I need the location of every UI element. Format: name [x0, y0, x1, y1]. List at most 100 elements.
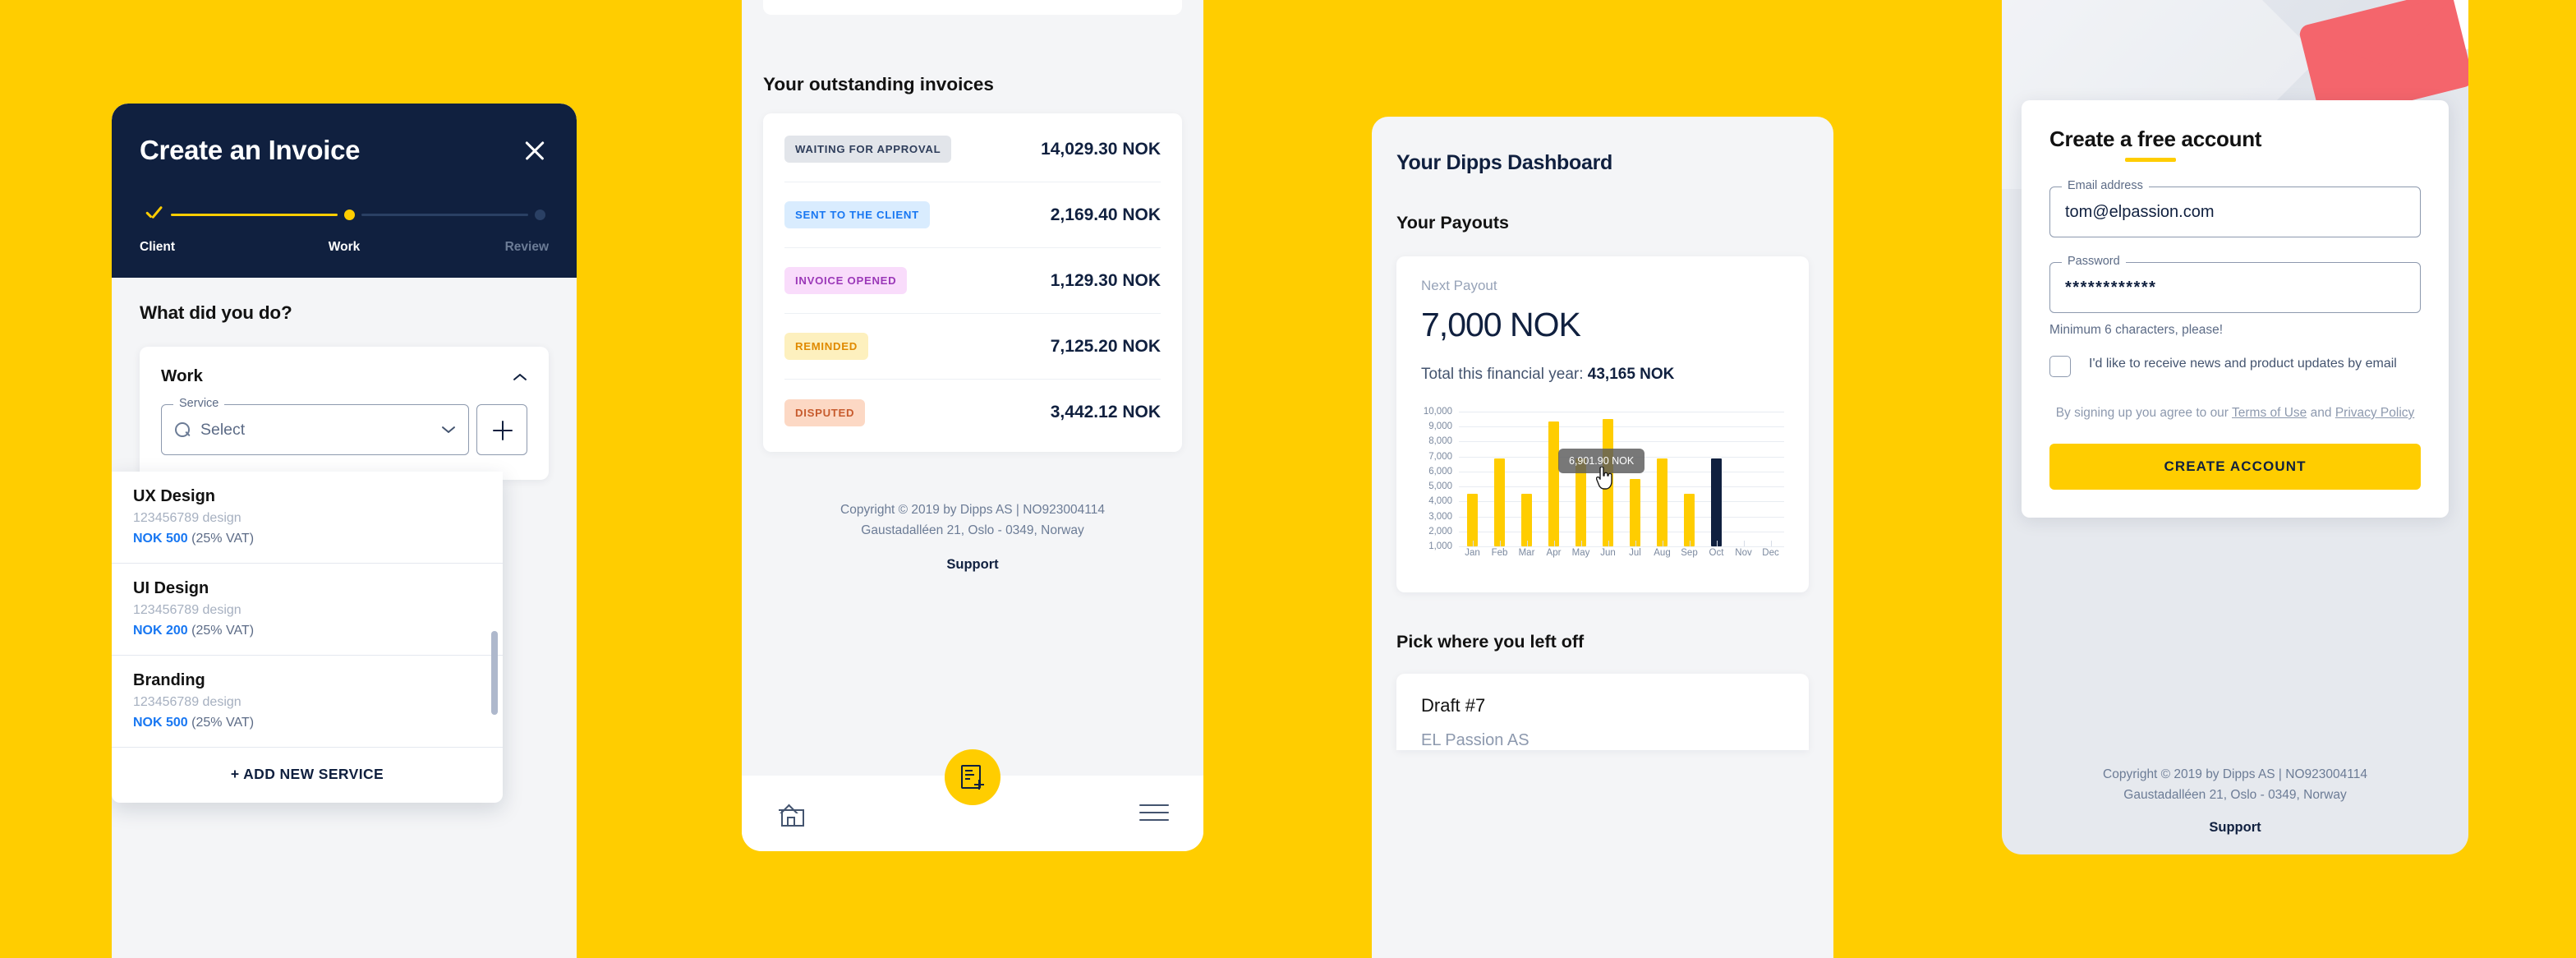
chart-axis-tick	[1486, 541, 1513, 546]
email-field[interactable]: Email address tom@elpassion.com	[2049, 179, 2421, 237]
chart-bar[interactable]	[1494, 458, 1505, 546]
chart-bar-slot[interactable]	[1486, 412, 1513, 546]
list-item[interactable]: Branding 123456789 design NOK 500 (25% V…	[112, 656, 503, 748]
chart-bar[interactable]	[1548, 421, 1559, 546]
status-badge: WAITING FOR APPROVAL	[784, 136, 952, 163]
service-name: UI Design	[133, 579, 209, 597]
list-item[interactable]: UX Design 123456789 design NOK 500 (25% …	[112, 472, 503, 564]
chart-x-tick-label: Jun	[1600, 548, 1616, 558]
create-invoice-panel: Create an Invoice Client Work Review Wha…	[112, 104, 577, 958]
newsletter-checkbox[interactable]	[2049, 356, 2071, 377]
footer: Copyright © 2019 by Dipps AS | NO9230041…	[2002, 764, 2468, 836]
outstanding-invoices-panel: Projected Payout 11,129.30 NOK Your outs…	[742, 0, 1203, 851]
chart-x-tick-label: Apr	[1546, 548, 1562, 558]
projected-payout-card: Projected Payout 11,129.30 NOK	[763, 0, 1182, 15]
chart-bar-slot[interactable]	[1703, 412, 1730, 546]
add-service-button[interactable]	[476, 404, 527, 455]
chart-bar-slot[interactable]	[1540, 412, 1567, 546]
service-select[interactable]: Service Select	[161, 397, 469, 455]
chart-bar-slot[interactable]	[1676, 412, 1703, 546]
chart-bar-slot[interactable]	[1567, 412, 1594, 546]
footer-address: Gaustadalléen 21, Oslo - 0349, Norway	[861, 523, 1084, 538]
service-price: NOK 500 (25% VAT)	[133, 716, 481, 730]
step-line-upcoming	[361, 213, 528, 216]
chart-bar-slot[interactable]	[1757, 412, 1784, 546]
service-description: 123456789 design	[133, 695, 242, 709]
home-icon[interactable]	[776, 800, 806, 827]
table-row[interactable]: INVOICE OPENED 1,129.30 NOK	[784, 248, 1161, 314]
service-price: NOK 500 (25% VAT)	[133, 532, 481, 546]
chevron-up-icon[interactable]	[513, 369, 527, 384]
support-link[interactable]: Support	[2002, 820, 2468, 836]
create-invoice-button[interactable]	[945, 749, 1000, 805]
chart-y-tick-label: 2,000	[1428, 526, 1452, 537]
hamburger-menu-icon[interactable]	[1139, 804, 1169, 822]
chart-x-tick-label: Mar	[1518, 548, 1535, 558]
chart-bar[interactable]	[1467, 494, 1478, 546]
chart-y-tick-label: 7,000	[1428, 451, 1452, 462]
table-row[interactable]: WAITING FOR APPROVAL 14,029.30 NOK	[784, 117, 1161, 182]
create-account-button[interactable]: CREATE ACCOUNT	[2049, 444, 2421, 491]
chart-bar-slot[interactable]	[1622, 412, 1649, 546]
table-row[interactable]: SENT TO THE CLIENT 2,169.40 NOK	[784, 182, 1161, 248]
password-hint: Minimum 6 characters, please!	[2049, 323, 2224, 337]
add-new-service-button[interactable]: + ADD NEW SERVICE	[112, 748, 503, 803]
chart-x-tick-label: Sep	[1681, 548, 1698, 558]
newsletter-checkbox-row[interactable]: I'd like to receive news and product upd…	[2049, 354, 2421, 377]
chart-axis-tick	[1622, 541, 1649, 546]
close-icon[interactable]	[521, 136, 549, 164]
status-badge: REMINDED	[784, 333, 868, 360]
chart-bar[interactable]	[1521, 494, 1532, 546]
pointing-hand-cursor	[1596, 466, 1614, 490]
chart-bar-slot[interactable]	[1730, 412, 1757, 546]
terms-text: By signing up you agree to our Terms of …	[2049, 403, 2421, 422]
step-review-dot[interactable]	[535, 209, 545, 220]
payout-card: Next Payout 7,000 NOK Total this financi…	[1396, 256, 1809, 592]
email-field-label: Email address	[2062, 179, 2149, 192]
privacy-policy-link[interactable]: Privacy Policy	[2335, 406, 2414, 420]
payouts-bar-chart[interactable]: 10,000 9,000 8,000 7,000 6,000 5,000 4,000 3,00…	[1421, 407, 1784, 568]
pick-up-heading: Pick where you left off	[1396, 632, 1585, 652]
chart-x-tick-label: Dec	[1762, 548, 1779, 558]
service-name: Branding	[133, 671, 205, 689]
email-field-value: tom@elpassion.com	[2065, 202, 2215, 221]
chevron-down-icon[interactable]	[441, 423, 455, 437]
table-row[interactable]: REMINDED 7,125.20 NOK	[784, 314, 1161, 380]
service-field-label: Service	[173, 397, 225, 410]
step-label-review[interactable]: Review	[473, 240, 549, 255]
chart-bar-slot[interactable]	[1513, 412, 1540, 546]
step-work-dot[interactable]	[344, 209, 355, 220]
chart-bar-slot[interactable]	[1649, 412, 1676, 546]
invoice-amount: 2,169.40 NOK	[1050, 205, 1161, 224]
chart-gridline	[1459, 546, 1784, 547]
chart-x-tick-label: Oct	[1709, 548, 1724, 558]
page-title: Your outstanding invoices	[763, 74, 994, 94]
search-icon	[175, 421, 191, 438]
chart-bar[interactable]	[1657, 458, 1668, 546]
step-label-work[interactable]: Work	[215, 240, 473, 255]
step-label-client[interactable]: Client	[140, 240, 215, 255]
chart-y-tick-label: 6,000	[1428, 466, 1452, 477]
chart-bar[interactable]	[1711, 458, 1722, 546]
progress-stepper: Client Work Review	[140, 204, 549, 255]
draft-title: Draft #7	[1421, 695, 1486, 716]
terms-of-use-link[interactable]: Terms of Use	[2232, 406, 2307, 420]
chart-bar[interactable]	[1684, 494, 1695, 546]
title-underline	[2125, 158, 2176, 162]
chart-axis-tick	[1540, 541, 1567, 546]
terms-conjunction: and	[2310, 406, 2332, 420]
status-badge: DISPUTED	[784, 398, 866, 426]
list-item[interactable]: UI Design 123456789 design NOK 200 (25% …	[112, 564, 503, 656]
section-question: What did you do?	[140, 302, 292, 323]
dropdown-scrollbar[interactable]	[491, 631, 498, 715]
support-link[interactable]: Support	[742, 557, 1203, 573]
draft-card[interactable]: Draft #7 EL Passion AS	[1396, 674, 1809, 750]
signup-panel: Create a free account Email address tom@…	[2002, 0, 2468, 854]
table-row[interactable]: DISPUTED 3,442.12 NOK	[784, 380, 1161, 445]
chart-axis-tick	[1676, 541, 1703, 546]
chart-bar-slot[interactable]	[1459, 412, 1486, 546]
chart-x-tick-label: Nov	[1735, 548, 1752, 558]
password-field[interactable]: Password ************	[2049, 255, 2421, 313]
service-placeholder: Select	[200, 420, 246, 439]
chart-bar[interactable]	[1630, 478, 1640, 546]
